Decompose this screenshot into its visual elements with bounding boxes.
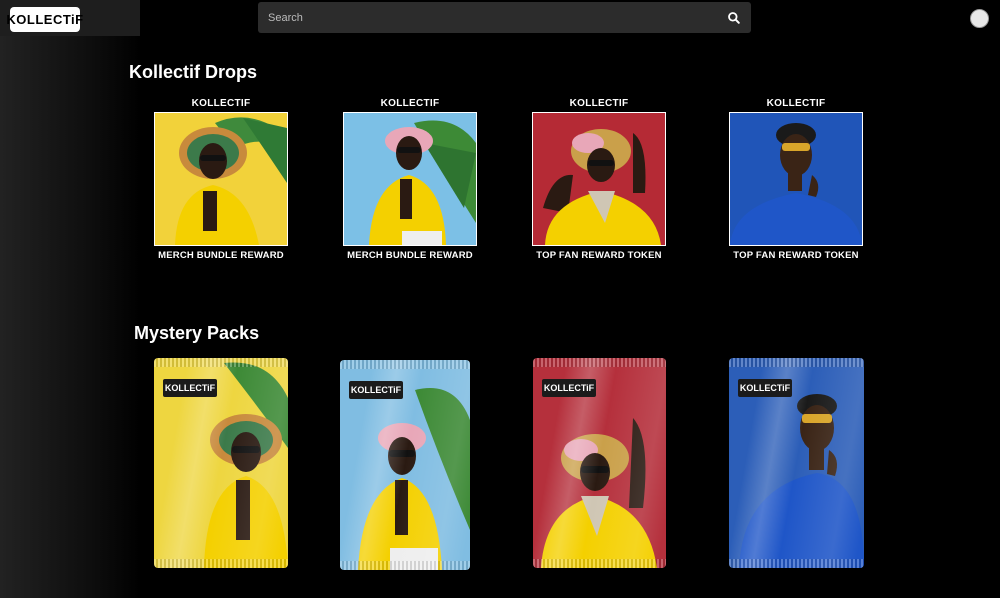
pack-crimp bbox=[533, 559, 666, 568]
pack-crimp bbox=[154, 559, 288, 568]
drop-brand: KOLLECTIF bbox=[380, 98, 440, 109]
user-avatar[interactable] bbox=[970, 9, 989, 28]
drop-card[interactable]: KOLLECTIF MERCH BUNDLE REWARD bbox=[136, 98, 306, 261]
model-photo bbox=[369, 120, 476, 245]
model-photo bbox=[175, 117, 287, 245]
search-input[interactable] bbox=[268, 2, 708, 33]
pack-crimp bbox=[340, 360, 470, 369]
pack-crimp bbox=[729, 358, 864, 367]
pack-logo: KOLLECTiF bbox=[542, 379, 596, 397]
drop-brand: KOLLECTIF bbox=[569, 98, 629, 109]
drops-section-title: Kollectif Drops bbox=[129, 62, 258, 82]
pack-logo: KOLLECTiF bbox=[163, 379, 217, 397]
drop-image[interactable] bbox=[343, 112, 477, 246]
pack-crimp bbox=[533, 358, 666, 367]
packs-section-title: Mystery Packs bbox=[134, 323, 260, 343]
pack-crimp bbox=[154, 358, 288, 367]
drop-image[interactable] bbox=[154, 112, 288, 246]
pack-crimp bbox=[729, 559, 864, 568]
drop-card[interactable]: KOLLECTIF TOP FAN REWARD TOKEN bbox=[514, 98, 684, 261]
mystery-pack[interactable]: KOLLECTiF bbox=[729, 358, 864, 568]
sidebar-shade bbox=[0, 0, 140, 598]
drop-card[interactable]: KOLLECTIF TOP FAN REWARD TOKEN bbox=[711, 98, 881, 261]
drop-name: TOP FAN REWARD TOKEN bbox=[733, 250, 859, 261]
drop-brand: KOLLECTIF bbox=[191, 98, 251, 109]
drop-card[interactable]: KOLLECTIF MERCH BUNDLE REWARD bbox=[325, 98, 495, 261]
model-photo bbox=[730, 123, 862, 245]
mystery-pack[interactable]: KOLLECTiF bbox=[533, 358, 666, 568]
pack-logo: KOLLECTiF bbox=[738, 379, 792, 397]
pack-logo: KOLLECTiF bbox=[349, 381, 403, 399]
drop-brand: KOLLECTIF bbox=[766, 98, 826, 109]
search-icon[interactable] bbox=[727, 11, 741, 25]
kollectif-logo[interactable]: KOLLECTiF bbox=[6, 7, 83, 32]
mystery-pack[interactable]: KOLLECTiF bbox=[154, 358, 288, 568]
drop-name: MERCH BUNDLE REWARD bbox=[158, 250, 284, 261]
drop-name: TOP FAN REWARD TOKEN bbox=[536, 250, 662, 261]
mystery-pack[interactable]: KOLLECTiF bbox=[340, 360, 470, 570]
drop-image[interactable] bbox=[729, 112, 863, 246]
model-photo bbox=[543, 129, 661, 245]
pack-crimp bbox=[340, 561, 470, 570]
drop-image[interactable] bbox=[532, 112, 666, 246]
search-bar[interactable] bbox=[258, 2, 751, 33]
drop-name: MERCH BUNDLE REWARD bbox=[347, 250, 473, 261]
